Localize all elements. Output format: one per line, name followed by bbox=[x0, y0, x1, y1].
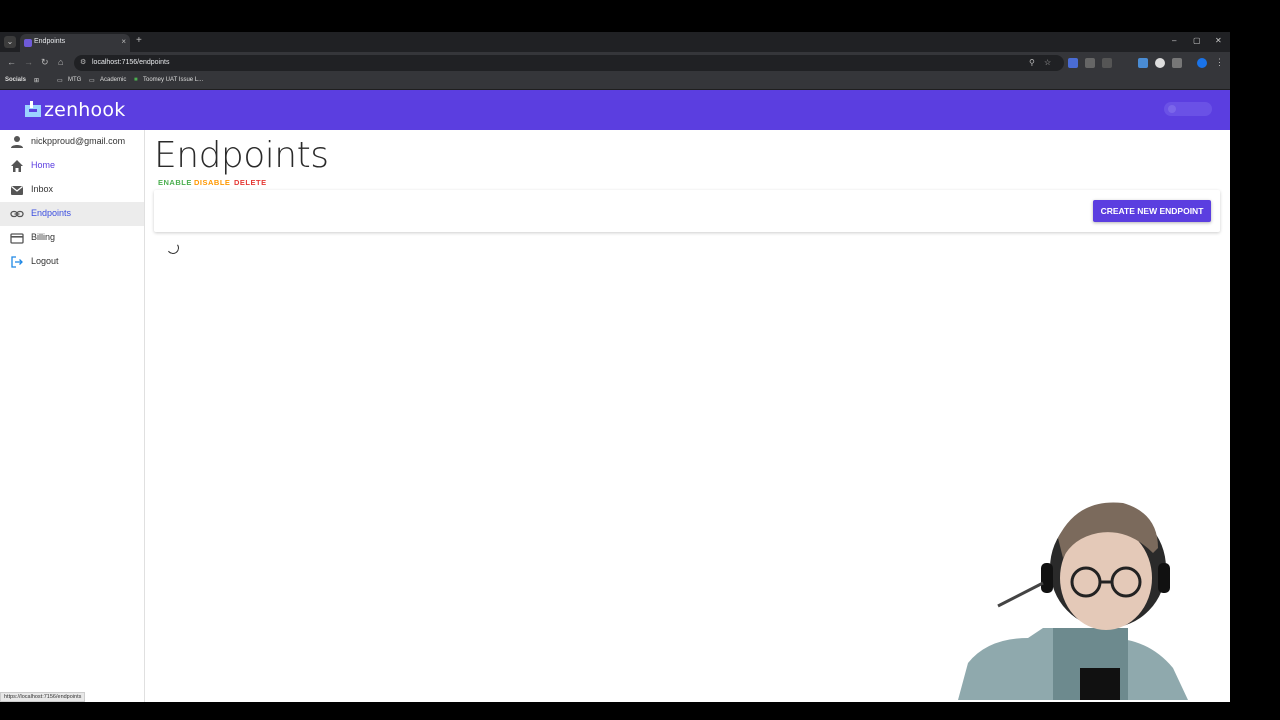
page-title: Endpoints bbox=[154, 135, 329, 176]
sidebar-user: nickpproud@gmail.com bbox=[0, 130, 144, 154]
back-icon[interactable]: ← bbox=[7, 57, 16, 67]
user-email: nickpproud@gmail.com bbox=[31, 136, 126, 146]
extension-icon[interactable] bbox=[1085, 58, 1095, 68]
disable-button[interactable]: DISABLE bbox=[194, 178, 230, 187]
browser-status-bar: https://localhost:7156/endpoints bbox=[0, 692, 86, 702]
mail-icon bbox=[11, 186, 23, 195]
loading-spinner bbox=[166, 241, 180, 255]
sidebar-item-label: Inbox bbox=[31, 184, 54, 194]
sidebar-item-home[interactable]: Home bbox=[0, 154, 144, 178]
sidebar-item-label: Logout bbox=[31, 256, 59, 266]
site-info-icon[interactable]: ⚙ bbox=[80, 58, 86, 66]
reload-icon[interactable]: ↻ bbox=[41, 57, 49, 68]
sidebar-item-logout[interactable]: Logout bbox=[0, 250, 144, 274]
person-icon bbox=[11, 136, 23, 148]
link-icon bbox=[10, 210, 24, 218]
toolbar-card: CREATE NEW ENDPOINT bbox=[154, 190, 1220, 232]
home-icon bbox=[11, 160, 23, 172]
tab-search-button[interactable]: ⌄ bbox=[4, 36, 16, 48]
sidebar-item-billing[interactable]: Billing bbox=[0, 226, 144, 250]
extension-icon[interactable] bbox=[1138, 58, 1148, 68]
screen: ⌄ Endpoints × + – ▢ ✕ ← → ↻ ⌂ ⚙ localhos… bbox=[0, 0, 1280, 720]
profile-avatar[interactable] bbox=[1197, 58, 1207, 68]
tab-title: Endpoints bbox=[34, 38, 66, 45]
bookmark-academic[interactable]: Academic bbox=[100, 77, 126, 83]
black-bar bbox=[0, 702, 1280, 720]
minimize-button[interactable]: – bbox=[1172, 36, 1176, 45]
extension-icon[interactable] bbox=[1155, 58, 1165, 68]
app-header: zenhook bbox=[0, 90, 1230, 130]
zoom-icon[interactable]: ⚲ bbox=[1029, 58, 1035, 67]
tab-endpoints[interactable]: Endpoints × bbox=[20, 34, 130, 52]
enable-button[interactable]: ENABLE bbox=[158, 178, 192, 187]
folder-icon: ▭ bbox=[89, 78, 95, 84]
home-browser-icon[interactable]: ⌂ bbox=[58, 57, 63, 67]
header-status-chip[interactable] bbox=[1164, 102, 1212, 116]
credit-card-icon bbox=[10, 233, 24, 244]
address-url: localhost:7156/endpoints bbox=[92, 59, 170, 66]
sidebar-item-label: Billing bbox=[31, 232, 56, 242]
tab-favicon-icon bbox=[24, 39, 32, 47]
bookmarks-bar: Socials ⊞ ▭ MTG ▭ Academic ■ Toomey UAT … bbox=[0, 74, 1230, 90]
forward-icon[interactable]: → bbox=[24, 57, 33, 67]
logout-icon bbox=[11, 256, 23, 268]
bookmark-favicon-icon: ■ bbox=[134, 77, 138, 83]
create-new-endpoint-button[interactable]: CREATE NEW ENDPOINT bbox=[1093, 200, 1211, 222]
delete-button[interactable]: DELETE bbox=[234, 178, 267, 187]
status-dot-icon bbox=[1168, 105, 1176, 113]
close-window-button[interactable]: ✕ bbox=[1215, 36, 1222, 45]
tab-strip: ⌄ Endpoints × + – ▢ ✕ bbox=[0, 32, 1230, 52]
tab-close-icon[interactable]: × bbox=[121, 37, 126, 46]
bookmark-socials[interactable]: Socials bbox=[5, 77, 26, 83]
browser-menu-icon[interactable]: ⋮ bbox=[1215, 57, 1224, 68]
logo-text[interactable]: zenhook bbox=[44, 99, 125, 121]
sidebar-item-label: Endpoints bbox=[31, 208, 72, 218]
folder-icon: ▭ bbox=[57, 78, 63, 84]
bookmark-toomey[interactable]: Toomey UAT Issue L... bbox=[143, 77, 203, 83]
apps-grid-icon[interactable]: ⊞ bbox=[34, 77, 39, 84]
sidebar-item-endpoints[interactable]: Endpoints bbox=[0, 202, 144, 226]
browser-toolbar: ← → ↻ ⌂ ⚙ localhost:7156/endpoints ⚲ ☆ ⋮ bbox=[0, 52, 1230, 74]
extensions-puzzle-icon[interactable] bbox=[1172, 58, 1182, 68]
maximize-button[interactable]: ▢ bbox=[1193, 36, 1201, 45]
extension-icon[interactable] bbox=[1068, 58, 1078, 68]
bookmark-star-icon[interactable]: ☆ bbox=[1044, 58, 1051, 67]
sidebar: nickpproud@gmail.com Home Inbox Endpoint… bbox=[0, 130, 145, 702]
bookmark-mtg[interactable]: MTG bbox=[68, 77, 81, 83]
address-bar[interactable]: ⚙ localhost:7156/endpoints ⚲ ☆ bbox=[74, 55, 1064, 71]
sidebar-item-label: Home bbox=[31, 160, 56, 170]
logo-icon[interactable] bbox=[25, 101, 41, 117]
extension-icon[interactable] bbox=[1102, 58, 1112, 68]
sidebar-item-inbox[interactable]: Inbox bbox=[0, 178, 144, 202]
webcam-overlay bbox=[958, 488, 1230, 700]
new-tab-button[interactable]: + bbox=[136, 35, 142, 46]
